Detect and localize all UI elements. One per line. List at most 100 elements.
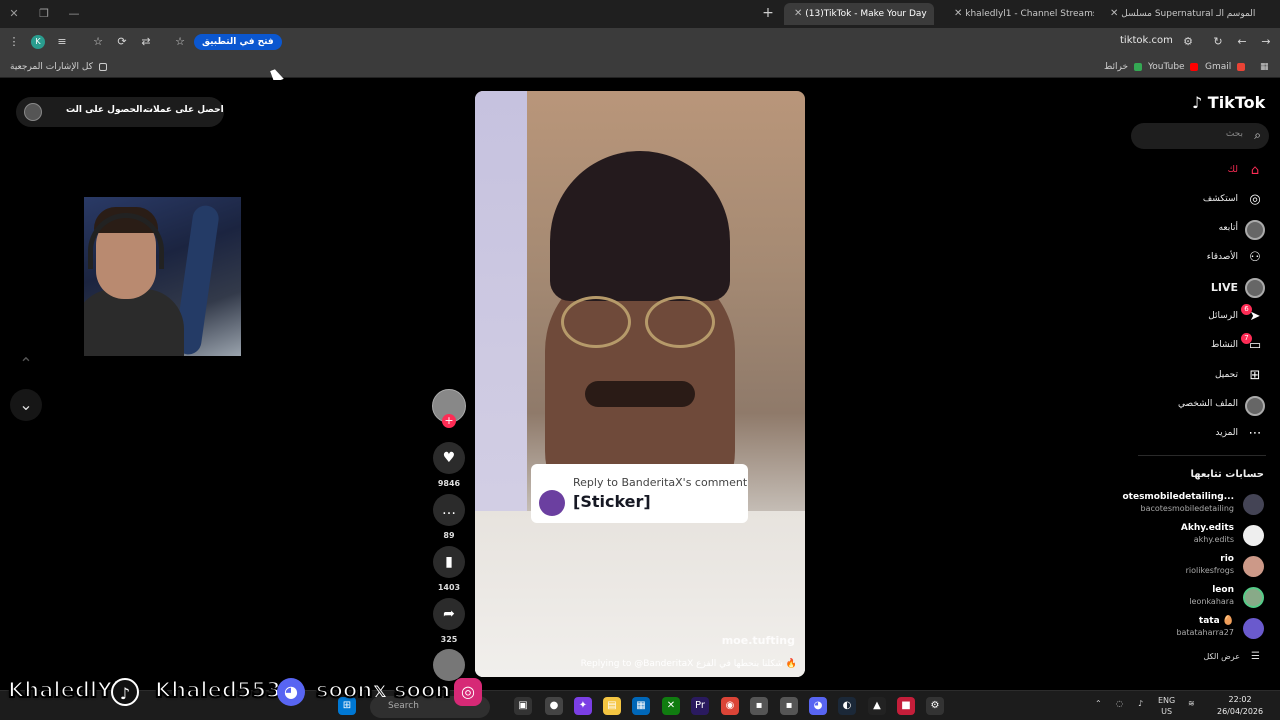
get-coins-link[interactable]: احصل على عملات [144, 105, 224, 115]
like-button[interactable]: ♥ 9846 [432, 442, 466, 488]
account-avatar [1243, 525, 1264, 546]
video-caption: Replying to @BanderitaX شكلنا بنحطها في … [580, 659, 797, 669]
file-explorer-icon[interactable]: ▤ [603, 697, 621, 715]
previous-video-button[interactable]: ⌃ [10, 348, 42, 380]
chrome-icon[interactable]: ◉ [721, 697, 739, 715]
forward-icon[interactable]: ← [1234, 34, 1250, 50]
account-avatar [1243, 494, 1264, 515]
clock[interactable]: 22:02 26/04/2026 [1217, 694, 1263, 718]
back-icon[interactable]: → [1258, 34, 1274, 50]
search-input[interactable]: بحث ⌕ [1131, 123, 1269, 149]
stream-overlay: KhaledlYl1 ♪ Khaled5534 ◕ soon 𝕏 soon ◎ [0, 672, 500, 720]
next-video-button[interactable]: ⌄ [10, 389, 42, 421]
app-icon[interactable]: ■ [897, 697, 915, 715]
get-app-link[interactable]: الحصول على الت... [66, 105, 153, 115]
following-account[interactable]: otesmobiledetailing... bacotesmobiledeta… [1120, 492, 1266, 518]
close-tab-icon[interactable]: ✕ [954, 8, 962, 19]
task-view-icon[interactable]: ▣ [514, 697, 532, 715]
discord-icon[interactable]: ◕ [809, 697, 827, 715]
extensions-icon[interactable]: ☆ [90, 34, 106, 50]
tab-label: khaledlyl1 - Channel Streams on [965, 9, 1094, 19]
nav-messages[interactable]: الرسائل ➤ 6 [1140, 304, 1270, 329]
app-icon[interactable]: ▪ [750, 697, 768, 715]
language-indicator[interactable]: ENG US [1158, 695, 1175, 717]
profile-avatar[interactable]: K [31, 35, 45, 49]
microphone-icon[interactable]: ♪ [1138, 699, 1143, 708]
restore-window-icon[interactable]: ❐ [36, 6, 52, 22]
bookmark-youtube[interactable]: YouTube [1148, 59, 1201, 75]
open-in-app-button[interactable]: فتح في التطبيق [194, 34, 282, 50]
store-icon[interactable]: ▦ [632, 697, 650, 715]
screenshot-icon[interactable]: ⟳ [114, 34, 130, 50]
browser-tabbar: ✕ ❐ — + ✕ (13)TikTok - Make Your Day ✕ k… [0, 0, 1280, 28]
share-button[interactable]: ➦ 325 [432, 598, 466, 644]
all-bookmarks-folder[interactable]: كل الإشارات المرجعية [10, 59, 110, 75]
site-settings-icon[interactable]: ⚙ [1180, 34, 1196, 50]
bookmark-star-icon[interactable]: ☆ [172, 34, 188, 50]
messages-badge: 6 [1241, 304, 1252, 315]
following-avatar [1245, 220, 1265, 240]
promo-pill: الحصول على الت... احصل على عملات [16, 97, 224, 127]
steam-icon[interactable]: ◐ [838, 697, 856, 715]
screen: ✕ ❐ — + ✕ (13)TikTok - Make Your Day ✕ k… [0, 0, 1280, 720]
save-count: 1403 [437, 583, 461, 592]
copilot-icon[interactable]: ✦ [574, 697, 592, 715]
nav-following[interactable]: أتابعه [1140, 219, 1270, 241]
following-account[interactable]: Akhy.edits akhy.edits [1120, 523, 1266, 549]
nav-for-you[interactable]: لك ⌂ [1140, 161, 1270, 183]
share-count: 325 [440, 635, 458, 644]
see-all-link[interactable]: عرض الكل ☰ [1140, 651, 1266, 667]
tab-tiktok[interactable]: ✕ (13)TikTok - Make Your Day [784, 3, 934, 25]
new-tab-button[interactable]: + [760, 5, 776, 21]
tab-kick[interactable]: ✕ khaledlyl1 - Channel Streams on [944, 3, 1094, 25]
more-icon: ⋯ [1248, 426, 1262, 441]
close-tab-icon[interactable]: ✕ [794, 8, 802, 19]
following-account[interactable]: leon leonkahara [1120, 585, 1266, 611]
close-window-icon[interactable]: ✕ [6, 6, 22, 22]
search-icon[interactable]: ⌕ [1254, 128, 1261, 143]
bookmark-gmail[interactable]: Gmail [1205, 59, 1248, 75]
obs-icon[interactable]: ● [545, 697, 563, 715]
follow-plus-icon[interactable]: + [442, 414, 456, 428]
nav-profile[interactable]: الملف الشخصي [1140, 395, 1270, 417]
glasses-left-shape [561, 296, 631, 348]
nav-friends[interactable]: الأصدقاء ⚇ [1140, 248, 1270, 270]
reading-list-icon[interactable]: ≡ [54, 34, 70, 50]
video-player[interactable]: Reply to BanderitaX's comment [Sticker] … [475, 91, 805, 677]
app-icon[interactable]: ▲ [868, 697, 886, 715]
nav-live[interactable]: LIVE [1140, 277, 1270, 299]
minimize-window-icon[interactable]: — [66, 6, 82, 22]
video-watermark: moe.tufting [721, 634, 795, 647]
nav-explore[interactable]: استكشف ◎ [1140, 190, 1270, 212]
bookmark-maps[interactable]: خرائط [1104, 59, 1145, 75]
tray-app-icon[interactable]: ◌ [1116, 699, 1123, 708]
close-tab-icon[interactable]: ✕ [1110, 8, 1118, 19]
profile-avatar [1245, 396, 1265, 416]
maps-icon [1133, 62, 1142, 71]
reply-comment-card[interactable]: Reply to BanderitaX's comment [Sticker] [531, 464, 748, 523]
wifi-icon[interactable]: ≋ [1188, 699, 1195, 708]
reply-title: Reply to BanderitaX's comment [573, 476, 748, 489]
tiktok-icon: ♪ [111, 678, 139, 706]
tray-chevron-icon[interactable]: ⌃ [1095, 699, 1102, 708]
save-button[interactable]: ▮ 1403 [432, 546, 466, 592]
following-account[interactable]: tata 🥚 batataharra27 [1120, 616, 1266, 642]
translate-icon[interactable]: ⇄ [138, 34, 154, 50]
overlay-soon-2: soon [393, 677, 451, 703]
nav-more[interactable]: المزيد ⋯ [1140, 424, 1270, 446]
address-bar[interactable]: tiktok.com [1120, 35, 1173, 46]
nav-upload[interactable]: تحميل ⊞ [1140, 366, 1270, 388]
apps-grid-icon[interactable]: ▦ [1260, 59, 1269, 75]
premiere-icon[interactable]: Pr [691, 697, 709, 715]
reload-icon[interactable]: ↻ [1210, 34, 1226, 50]
xbox-icon[interactable]: ✕ [662, 697, 680, 715]
app-icon[interactable]: ▪ [780, 697, 798, 715]
tab-supernatural[interactable]: ✕ مسلسل Supernatural الموسم الـ [1100, 3, 1260, 25]
nav-activity[interactable]: النشاط ▭ 7 [1140, 333, 1270, 358]
following-account[interactable]: rio riolikesfrogs [1120, 554, 1266, 580]
comment-button[interactable]: … 89 [432, 494, 466, 540]
menu-icon[interactable]: ⋮ [6, 34, 22, 50]
tiktok-logo[interactable]: ♪ TikTok [1192, 93, 1265, 112]
settings-icon[interactable]: ⚙ [926, 697, 944, 715]
hat-shape [550, 151, 730, 301]
